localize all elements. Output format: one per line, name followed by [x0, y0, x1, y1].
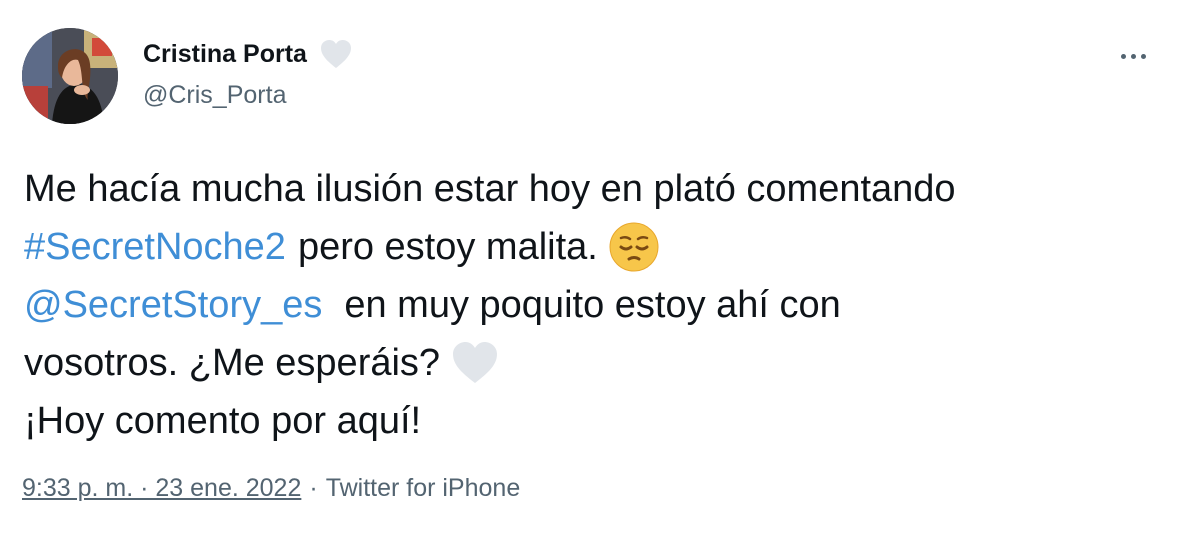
tweet-line-3: @SecretStory_es en muy poquito estoy ahí… — [24, 276, 1154, 334]
tweet-line-5: ¡Hoy comento por aquí! — [24, 392, 1154, 450]
tweet-text: Me hacía mucha ilusión estar hoy en plat… — [24, 160, 1154, 450]
meta-separator: · — [309, 474, 318, 502]
pensive-face-emoji — [608, 221, 660, 273]
tweet-card: Cristina Porta @Cris_Porta Me hacía much… — [0, 0, 1182, 538]
tweet-line-1: Me hacía mucha ilusión estar hoy en plat… — [24, 160, 1154, 218]
white-heart-icon — [319, 38, 353, 70]
more-horizontal-icon-dot — [1130, 53, 1136, 59]
hashtag-link[interactable]: #SecretNoche2 — [24, 218, 286, 276]
more-options-button[interactable] — [1110, 44, 1156, 68]
tweet-timestamp-link[interactable]: 9:33 p. m. · 23 ene. 2022 — [22, 473, 301, 503]
tweet-text-line-2: pero estoy malita. — [297, 226, 598, 268]
more-horizontal-icon-dot — [1140, 53, 1146, 59]
author-display-name[interactable]: Cristina Porta — [143, 39, 307, 69]
tweet-text-line-1: Me hacía mucha ilusión estar hoy en plat… — [24, 168, 956, 210]
tweet-text-line-4: vosotros. ¿Me esperáis? — [24, 342, 441, 384]
tweet-text-line-3: en muy poquito estoy ahí con — [344, 284, 841, 326]
tweet-text-line-5: ¡Hoy comento por aquí! — [24, 400, 422, 442]
more-horizontal-icon — [1120, 53, 1126, 59]
avatar[interactable] — [22, 28, 118, 124]
tweet-line-2: #SecretNoche2 pero estoy malita. — [24, 218, 1154, 276]
tweet-metadata: 9:33 p. m. · 23 ene. 2022 · Twitter for … — [22, 473, 520, 503]
tweet-line-4: vosotros. ¿Me esperáis? — [24, 334, 1154, 392]
author-handle[interactable]: @Cris_Porta — [143, 80, 286, 110]
author-name-row: Cristina Porta — [143, 38, 353, 70]
mention-link[interactable]: @SecretStory_es — [24, 276, 322, 334]
white-heart-emoji — [450, 340, 500, 386]
tweet-source: Twitter for iPhone — [325, 474, 521, 502]
